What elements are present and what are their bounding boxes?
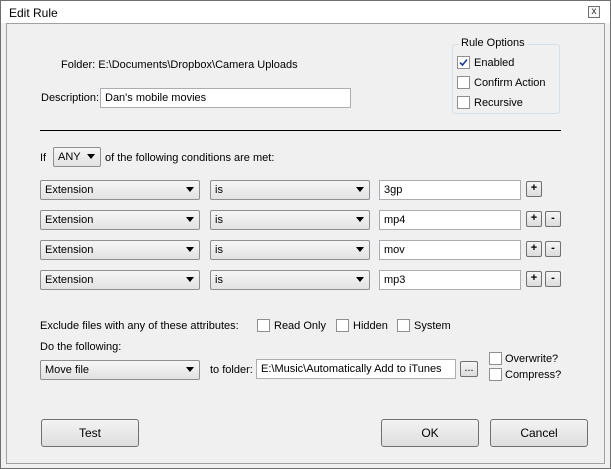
destination-folder-input[interactable]: E:\Music\Automatically Add to iTunes [256,359,456,379]
hidden-checkbox[interactable]: Hidden [336,319,388,332]
condition-value-input-1[interactable]: 3gp [379,180,521,200]
read-only-label: Read Only [274,319,326,332]
match-value: ANY [58,151,81,163]
separator [40,130,561,131]
condition-operator-value: is [215,244,223,256]
condition-operator-value: is [215,274,223,286]
overwrite-label: Overwrite? [505,352,559,365]
chevron-down-icon [186,217,194,222]
condition-value-input-3[interactable]: mov [379,240,521,260]
condition-field-select-3[interactable]: Extension [40,240,200,260]
folder-label: Folder: E:\Documents\Dropbox\Camera Uplo… [61,59,298,71]
window-title: Edit Rule [9,6,58,20]
browse-button[interactable]: ... [460,361,478,377]
add-condition-button[interactable]: + [526,241,542,257]
plus-icon: + [530,272,538,284]
condition-value-input-4[interactable]: mp3 [379,270,521,290]
conditions-header-label: of the following conditions are met: [105,152,275,164]
action-label: Do the following: [40,341,122,353]
condition-operator-select-2[interactable]: is [210,210,370,230]
condition-value-input-2[interactable]: mp4 [379,210,521,230]
plus-icon: + [530,242,538,254]
compress-check-box[interactable] [489,368,502,381]
exclude-label: Exclude files with any of these attribut… [40,320,239,332]
remove-condition-button[interactable]: - [545,241,561,257]
chevron-down-icon [356,187,364,192]
description-input[interactable]: Dan's mobile movies [100,88,351,108]
condition-field-select-2[interactable]: Extension [40,210,200,230]
recursive-checkbox[interactable]: Recursive [457,96,523,109]
condition-field-value: Extension [45,184,94,196]
chevron-down-icon [186,277,194,282]
check-mark-icon [459,58,468,67]
if-label: If [40,152,47,164]
remove-condition-button[interactable]: - [545,211,561,227]
condition-field-select-1[interactable]: Extension [40,180,200,200]
add-condition-button[interactable]: + [526,211,542,227]
recursive-check-box[interactable] [457,96,470,109]
chevron-down-icon [186,187,194,192]
title-bar: Edit Rule x [1,1,610,23]
ok-button[interactable]: OK [381,419,479,447]
rule-options-label: Rule Options [459,37,527,49]
edit-rule-window: Edit Rule x Rule Options Enabled Confirm… [0,0,611,469]
read-only-check-box[interactable] [257,319,270,332]
system-checkbox[interactable]: System [397,319,451,332]
confirm-action-label: Confirm Action [474,76,546,89]
dialog-body: Rule Options Enabled Confirm Action Recu… [6,23,605,464]
chevron-down-icon [356,277,364,282]
system-label: System [414,319,451,332]
minus-icon: - [551,272,555,284]
minus-icon: - [551,242,555,254]
add-condition-button[interactable]: + [526,271,542,287]
compress-label: Compress? [505,368,562,381]
hidden-check-box[interactable] [336,319,349,332]
cancel-button[interactable]: Cancel [490,419,588,447]
action-value: Move file [45,364,90,376]
add-condition-button[interactable]: + [526,181,542,197]
condition-operator-select-1[interactable]: is [210,180,370,200]
enabled-check-box[interactable] [457,56,470,69]
chevron-down-icon [87,154,95,159]
condition-operator-value: is [215,184,223,196]
close-button[interactable]: x [588,6,600,18]
plus-icon: + [530,182,538,194]
to-folder-label: to folder: [210,364,253,376]
chevron-down-icon [356,247,364,252]
condition-field-select-4[interactable]: Extension [40,270,200,290]
condition-operator-value: is [215,214,223,226]
condition-field-value: Extension [45,274,94,286]
ellipsis-icon: ... [464,362,474,374]
minus-icon: - [551,212,555,224]
chevron-down-icon [186,367,194,372]
condition-operator-select-4[interactable]: is [210,270,370,290]
chevron-down-icon [186,247,194,252]
system-check-box[interactable] [397,319,410,332]
confirm-action-check-box[interactable] [457,76,470,89]
confirm-action-checkbox[interactable]: Confirm Action [457,76,546,89]
test-button[interactable]: Test [41,419,139,447]
hidden-label: Hidden [353,319,388,332]
compress-checkbox[interactable]: Compress? [489,368,561,381]
recursive-label: Recursive [474,96,523,109]
overwrite-check-box[interactable] [489,352,502,365]
chevron-down-icon [356,217,364,222]
condition-operator-select-3[interactable]: is [210,240,370,260]
condition-field-value: Extension [45,244,94,256]
overwrite-checkbox[interactable]: Overwrite? [489,352,558,365]
read-only-checkbox[interactable]: Read Only [257,319,326,332]
enabled-label: Enabled [474,56,515,69]
remove-condition-button[interactable]: - [545,271,561,287]
action-select[interactable]: Move file [40,360,200,380]
enabled-checkbox[interactable]: Enabled [457,56,514,69]
match-select[interactable]: ANY [53,147,101,167]
plus-icon: + [530,212,538,224]
close-icon: x [591,6,597,17]
description-label: Description: [41,92,100,104]
condition-field-value: Extension [45,214,94,226]
